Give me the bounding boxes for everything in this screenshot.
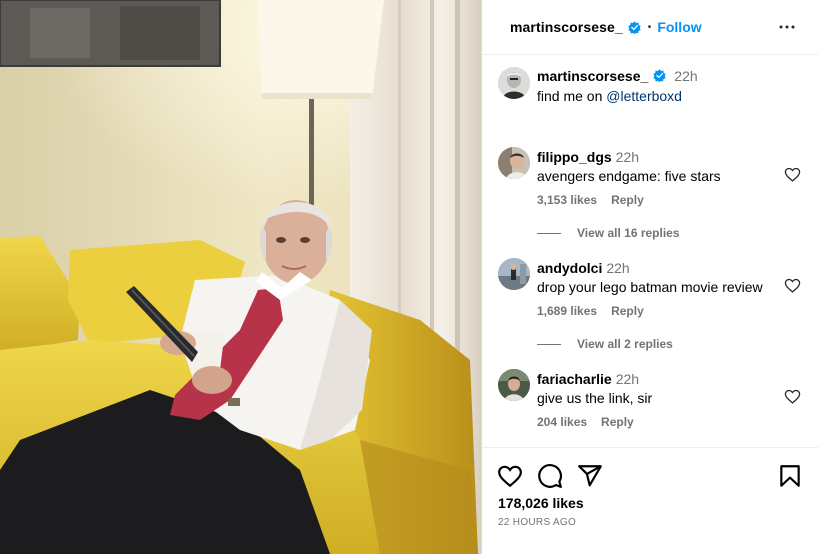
comment-meta: 3,153 likes Reply <box>537 193 658 207</box>
comment-time[interactable]: 22h <box>616 149 639 165</box>
comment-time[interactable]: 22h <box>606 260 629 276</box>
verified-badge-icon <box>653 69 666 82</box>
like-heart-icon[interactable] <box>497 463 523 489</box>
caption-username[interactable]: martinscorsese_ <box>537 68 648 84</box>
comment-text: avengers endgame: five stars <box>537 168 721 184</box>
view-replies-button[interactable]: View all 16 replies <box>537 226 680 240</box>
reply-button[interactable]: Reply <box>611 193 644 207</box>
comment-item: andydolci 22h drop your lego batman movie… <box>537 260 763 296</box>
caption-text-prefix: find me on <box>537 88 607 104</box>
caption: martinscorsese_ 22h find me on @letterbo… <box>537 68 698 105</box>
post-likes-count[interactable]: 178,026 likes <box>498 495 584 511</box>
post-image <box>0 0 481 554</box>
reply-button[interactable]: Reply <box>611 304 644 318</box>
caption-text: find me on @letterboxd <box>537 87 698 105</box>
view-replies-label: View all 16 replies <box>577 226 680 240</box>
commenter-avatar[interactable] <box>498 369 530 401</box>
comment-likes[interactable]: 1,689 likes <box>537 304 597 318</box>
more-options-icon[interactable] <box>778 18 796 36</box>
post-photo[interactable] <box>0 0 481 554</box>
author-avatar[interactable] <box>498 67 530 99</box>
comment-time[interactable]: 22h <box>616 371 639 387</box>
comment-likes[interactable]: 204 likes <box>537 415 587 429</box>
post-header: martinscorsese_ • Follow <box>482 0 818 55</box>
commenter-avatar[interactable] <box>498 258 530 290</box>
post-timestamp[interactable]: 22 HOURS AGO <box>498 517 576 528</box>
view-replies-button[interactable]: View all 2 replies <box>537 337 673 351</box>
divider-line <box>537 343 561 345</box>
save-bookmark-icon[interactable] <box>777 463 803 489</box>
comment-item: fariacharlie 22h give us the link, sir <box>537 371 652 407</box>
reply-button[interactable]: Reply <box>601 415 634 429</box>
view-replies-label: View all 2 replies <box>577 337 673 351</box>
like-comment-heart-icon[interactable] <box>784 277 801 294</box>
comment-likes[interactable]: 3,153 likes <box>537 193 597 207</box>
like-comment-heart-icon[interactable] <box>784 388 801 405</box>
comment-username[interactable]: andydolci <box>537 260 602 276</box>
comment-icon[interactable] <box>537 463 563 489</box>
comment-username[interactable]: filippo_dgs <box>537 149 612 165</box>
post-actions: 178,026 likes 22 HOURS AGO <box>482 447 818 554</box>
comment-text: give us the link, sir <box>537 390 653 406</box>
comment-username[interactable]: fariacharlie <box>537 371 612 387</box>
comment-meta: 1,689 likes Reply <box>537 304 658 318</box>
separator-dot: • <box>647 21 652 33</box>
comment-meta: 204 likes Reply <box>537 415 648 429</box>
divider-line <box>537 232 561 234</box>
follow-button[interactable]: Follow <box>657 19 701 35</box>
comment-text: drop your lego batman movie review <box>537 279 763 295</box>
like-comment-heart-icon[interactable] <box>784 166 801 183</box>
comment-item: filippo_dgs 22h avengers endgame: five st… <box>537 149 721 185</box>
verified-badge-icon <box>628 20 641 34</box>
post-panel: martinscorsese_ • Follow martinscorsese_… <box>481 0 818 554</box>
author-username[interactable]: martinscorsese_ <box>510 19 623 35</box>
share-icon[interactable] <box>577 463 603 489</box>
mention-link[interactable]: @letterboxd <box>606 88 682 104</box>
caption-time[interactable]: 22h <box>674 68 697 84</box>
commenter-avatar[interactable] <box>498 147 530 179</box>
